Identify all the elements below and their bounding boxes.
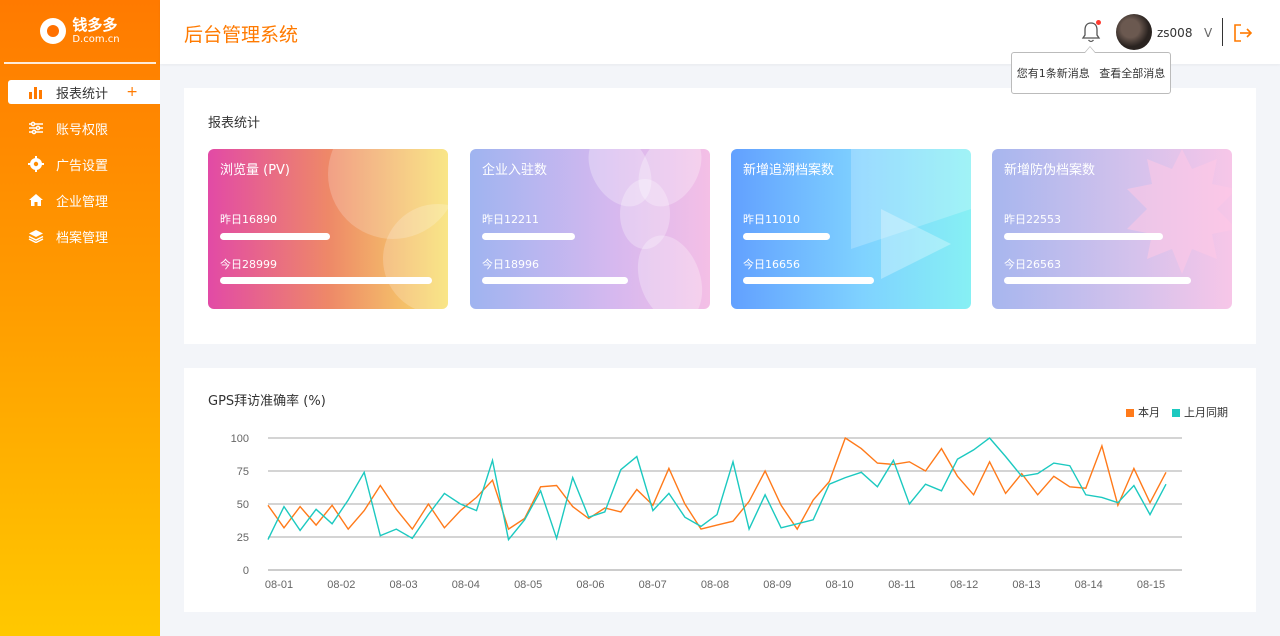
card-title: 新增防伪档案数 [1004,163,1096,178]
series-line-previous [267,437,1167,542]
username[interactable]: zs008 [1157,26,1192,40]
chevron-down-icon[interactable]: V [1204,26,1212,40]
y-tick-label: 100 [231,433,249,445]
x-tick-label: 08-07 [639,579,667,591]
brand-domain: D.com.cn [72,33,120,45]
sidebar-item-label: 广告设置 [56,158,109,174]
x-tick-label: 08-08 [701,579,729,591]
y-tick-label: 50 [237,499,249,511]
stat-card-trace[interactable]: 新增追溯档案数 昨日11010 今日16656 [731,149,971,309]
brand-name: 钱多多 [72,15,118,34]
today-bar [743,277,875,284]
yesterday-bar [482,233,576,240]
x-tick-label: 08-02 [327,579,355,591]
x-tick-label: 08-11 [888,579,915,591]
notification-dot [1096,20,1101,25]
card-yesterday: 昨日16890 [220,213,277,226]
sidebar-item-label: 报表统计 [56,86,109,102]
sidebar-item-label: 企业管理 [56,194,109,210]
x-tick-label: 08-05 [514,579,542,591]
sidebar: 钱多多 D.com.cn 报表统计 + 账号权限 广告设置 企业管理 档案管理 [0,0,160,636]
today-bar [1004,277,1191,284]
yesterday-bar [220,233,331,240]
x-tick-label: 08-06 [576,579,604,591]
brand-logo[interactable]: 钱多多 D.com.cn [4,0,156,64]
sliders-icon [28,120,44,136]
bell-icon[interactable] [1080,20,1102,44]
today-bar [482,277,629,284]
bar-chart-icon [28,84,44,100]
card-today: 今日28999 [220,258,277,271]
triangle-decoration [851,149,971,279]
x-tick-label: 08-09 [763,579,791,591]
sidebar-item-report[interactable]: 报表统计 + [8,80,160,104]
x-tick-label: 08-01 [265,579,293,591]
card-today: 今日18996 [482,258,539,271]
x-tick-label: 08-15 [1137,579,1165,591]
card-yesterday: 昨日12211 [482,213,539,226]
today-bar [220,277,432,284]
stat-card-pv[interactable]: 浏览量 (PV) 昨日16890 今日28999 [208,149,448,309]
flower-decoration [588,149,703,309]
card-title: 浏览量 (PV) [220,163,291,178]
sidebar-item-ads[interactable]: 广告设置 [0,146,160,182]
home-icon [28,192,44,208]
page-title: 后台管理系统 [184,24,299,46]
avatar[interactable] [1116,14,1152,50]
sidebar-item-archive[interactable]: 档案管理 [0,218,160,254]
x-tick-label: 08-13 [1012,579,1040,591]
plus-icon[interactable]: + [126,84,138,100]
card-today: 今日26563 [1004,258,1061,271]
sidebar-nav: 报表统计 + 账号权限 广告设置 企业管理 档案管理 [0,80,160,254]
stat-card-enterprise[interactable]: 企业入驻数 昨日12211 今日18996 [470,149,710,309]
x-tick-label: 08-03 [390,579,418,591]
stats-panel: 报表统计 浏览量 (PV) 昨日16890 今日28999 企业入驻数 昨日12… [184,88,1256,344]
notification-popover: 您有1条新消息 查看全部消息 [1011,46,1171,94]
sidebar-item-label: 账号权限 [56,122,109,138]
sidebar-item-label: 档案管理 [56,230,109,246]
y-tick-label: 25 [237,532,249,544]
starburst-decoration [1127,149,1232,274]
x-tick-label: 08-12 [950,579,978,591]
gear-icon [28,156,44,172]
stat-card-anticounterfeit[interactable]: 新增防伪档案数 昨日22553 今日26563 [992,149,1232,309]
sidebar-item-account[interactable]: 账号权限 [0,110,160,146]
x-tick-label: 08-10 [826,579,854,591]
card-today: 今日16656 [743,258,800,271]
card-yesterday: 昨日22553 [1004,213,1061,226]
new-message-text[interactable]: 您有1条新消息 [1017,65,1090,81]
y-tick-label: 75 [237,466,249,478]
yesterday-bar [1004,233,1163,240]
card-yesterday: 昨日11010 [743,213,800,226]
logo-icon [40,18,67,44]
stats-title: 报表统计 [208,116,261,131]
x-tick-label: 08-14 [1075,579,1103,591]
card-title: 新增追溯档案数 [743,163,835,178]
x-tick-label: 08-04 [452,579,480,591]
sidebar-item-enterprise[interactable]: 企业管理 [0,182,160,218]
line-chart: 0 25 50 75 100 08-01 08-02 08-03 08-04 08-05 08-06… [231,433,1182,591]
header-divider [1222,18,1223,46]
logout-icon[interactable] [1232,22,1254,44]
card-title: 企业入驻数 [482,163,548,178]
chart-panel: GPS拜访准确率 (%) 本月 上月同期 0 25 50 75 100 08-01 08-0… [184,368,1256,612]
y-tick-label: 0 [243,565,249,577]
layers-icon [28,228,44,244]
yesterday-bar [743,233,830,240]
view-all-messages-link[interactable]: 查看全部消息 [1099,65,1165,81]
